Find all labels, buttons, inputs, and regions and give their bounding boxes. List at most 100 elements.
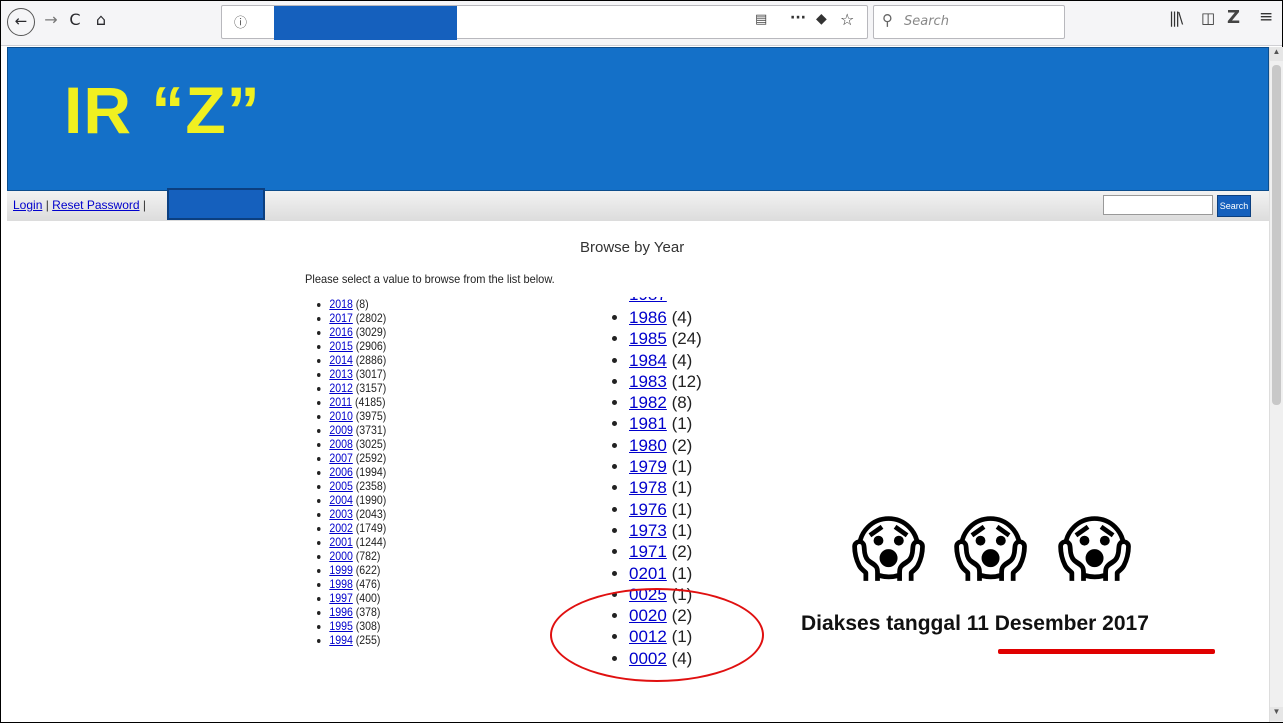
year-link[interactable]: 2013 bbox=[329, 367, 352, 381]
year-count: (1994) bbox=[355, 465, 387, 479]
pocket-icon[interactable]: ◆ bbox=[816, 11, 827, 27]
year-count: (3025) bbox=[355, 437, 387, 451]
sidebar-icon[interactable]: ◫ bbox=[1201, 9, 1215, 27]
screaming-face-emoji: 😱 bbox=[1057, 507, 1133, 591]
year-list-item: 2018 (8) bbox=[329, 297, 386, 311]
year-count: (1990) bbox=[355, 493, 387, 507]
reload-icon[interactable]: C bbox=[63, 9, 87, 31]
year-count: (3975) bbox=[355, 409, 387, 423]
year-count: (2906) bbox=[355, 339, 387, 353]
year-link[interactable]: 2002 bbox=[329, 521, 352, 535]
year-link[interactable]: 2014 bbox=[329, 353, 352, 367]
year-count: (378) bbox=[355, 605, 381, 619]
bookmark-star-icon[interactable]: ☆ bbox=[840, 10, 854, 29]
year-count: (1) bbox=[671, 499, 693, 519]
year-count: (1) bbox=[671, 520, 693, 540]
browser-toolbar: ← → C ⌂ ⓘ ▤ ··· ◆ ☆ ⚲ Search |||\ ◫ Z ≡ bbox=[1, 1, 1282, 46]
year-count: (4) bbox=[671, 308, 693, 327]
year-link[interactable]: 2012 bbox=[329, 381, 352, 395]
year-link[interactable]: 2010 bbox=[329, 409, 352, 423]
year-list-item: 1973 (1) bbox=[629, 520, 702, 541]
login-link[interactable]: Login bbox=[13, 198, 42, 212]
year-count: (3029) bbox=[355, 325, 387, 339]
year-link[interactable]: 1998 bbox=[329, 577, 352, 591]
nav-separator: | bbox=[139, 198, 146, 212]
year-count: (2) bbox=[671, 435, 693, 455]
year-link[interactable]: 2004 bbox=[329, 493, 352, 507]
clipped-year-entry: 1987 (1) bbox=[629, 297, 691, 305]
year-link[interactable]: 1981 bbox=[629, 414, 667, 433]
year-link[interactable]: 1997 bbox=[329, 591, 352, 605]
year-link[interactable]: 2011 bbox=[329, 395, 352, 409]
year-link[interactable]: 1976 bbox=[629, 500, 667, 519]
year-link[interactable]: 1995 bbox=[329, 619, 352, 633]
year-link[interactable]: 2009 bbox=[329, 423, 352, 437]
library-icon[interactable]: |||\ bbox=[1169, 9, 1183, 27]
year-list-item: 1986 (4) bbox=[629, 307, 702, 328]
site-header-banner: IR “Z” bbox=[7, 47, 1269, 191]
year-link[interactable]: 1979 bbox=[629, 457, 667, 476]
year-link[interactable]: 1980 bbox=[629, 436, 667, 455]
year-link[interactable]: 2001 bbox=[329, 535, 352, 549]
year-link[interactable]: 2000 bbox=[329, 549, 352, 563]
year-list-item: 1979 (1) bbox=[629, 456, 702, 477]
year-count: (3157) bbox=[355, 381, 387, 395]
site-title: IR “Z” bbox=[64, 73, 261, 147]
screaming-face-emoji: 😱 bbox=[851, 507, 927, 591]
year-link[interactable]: 1978 bbox=[629, 478, 667, 497]
page-scrollbar[interactable]: ▲ ▼ bbox=[1269, 47, 1283, 722]
search-icon: ⚲ bbox=[882, 11, 893, 29]
year-link[interactable]: 2015 bbox=[329, 339, 352, 353]
year-link[interactable]: 0201 bbox=[629, 564, 667, 583]
year-link[interactable]: 1973 bbox=[629, 521, 667, 540]
zotero-icon[interactable]: Z bbox=[1227, 7, 1240, 28]
year-link[interactable]: 1999 bbox=[329, 563, 352, 577]
year-count: (4185) bbox=[354, 395, 386, 409]
year-link[interactable]: 2018 bbox=[329, 297, 352, 311]
browser-search-box[interactable]: ⚲ Search bbox=[873, 5, 1065, 39]
year-link[interactable]: 2017 bbox=[329, 311, 352, 325]
year-link[interactable]: 2006 bbox=[329, 465, 352, 479]
site-search-button[interactable]: Search bbox=[1217, 195, 1251, 217]
site-search-input[interactable] bbox=[1103, 195, 1213, 215]
year-link[interactable]: 1986 bbox=[629, 308, 667, 327]
year-count: (400) bbox=[355, 591, 381, 605]
scroll-down-arrow-icon[interactable]: ▼ bbox=[1270, 707, 1283, 721]
year-list-item: 2010 (3975) bbox=[329, 409, 386, 423]
home-icon[interactable]: ⌂ bbox=[89, 9, 113, 31]
year-list-item: 1996 (378) bbox=[329, 605, 386, 619]
year-count: (1) bbox=[671, 457, 693, 477]
year-link[interactable]: 1983 bbox=[629, 372, 667, 391]
year-count: (308) bbox=[355, 619, 381, 633]
scroll-up-arrow-icon[interactable]: ▲ bbox=[1270, 47, 1283, 61]
site-info-icon[interactable]: ⓘ bbox=[234, 12, 247, 31]
year-link[interactable]: 1971 bbox=[629, 542, 667, 561]
reset-password-link[interactable]: Reset Password bbox=[52, 198, 139, 212]
instruction-text: Please select a value to browse from the… bbox=[305, 272, 555, 286]
year-link[interactable]: 1984 bbox=[629, 351, 667, 370]
page-actions-icon[interactable]: ··· bbox=[790, 10, 806, 26]
scroll-thumb[interactable] bbox=[1272, 65, 1281, 405]
year-link[interactable]: 2008 bbox=[329, 437, 352, 451]
year-link[interactable]: 1982 bbox=[629, 393, 667, 412]
nav-bar: Login | Reset Password | Search bbox=[7, 188, 1269, 221]
year-link[interactable]: 1996 bbox=[329, 605, 352, 619]
url-bar[interactable]: ⓘ ▤ ··· ◆ ☆ bbox=[221, 5, 868, 40]
reader-view-icon[interactable]: ▤ bbox=[755, 12, 767, 27]
year-list-item: 2015 (2906) bbox=[329, 339, 386, 353]
year-link[interactable]: 1985 bbox=[629, 329, 667, 348]
year-list-item: 1997 (400) bbox=[329, 591, 386, 605]
back-arrow-icon[interactable]: ← bbox=[7, 8, 35, 36]
year-list-item: 2005 (2358) bbox=[329, 479, 386, 493]
nav-links: Login | Reset Password | bbox=[13, 198, 146, 212]
year-link[interactable]: 2003 bbox=[329, 507, 352, 521]
year-list-item: 0201 (1) bbox=[629, 563, 702, 584]
year-count: (2043) bbox=[355, 507, 387, 521]
forward-arrow-icon[interactable]: → bbox=[39, 9, 63, 31]
year-count: (1) bbox=[671, 478, 693, 498]
year-link[interactable]: 1994 bbox=[329, 633, 352, 647]
year-link[interactable]: 2005 bbox=[329, 479, 352, 493]
year-link[interactable]: 2016 bbox=[329, 325, 352, 339]
hamburger-menu-icon[interactable]: ≡ bbox=[1259, 7, 1273, 27]
year-link[interactable]: 2007 bbox=[329, 451, 352, 465]
